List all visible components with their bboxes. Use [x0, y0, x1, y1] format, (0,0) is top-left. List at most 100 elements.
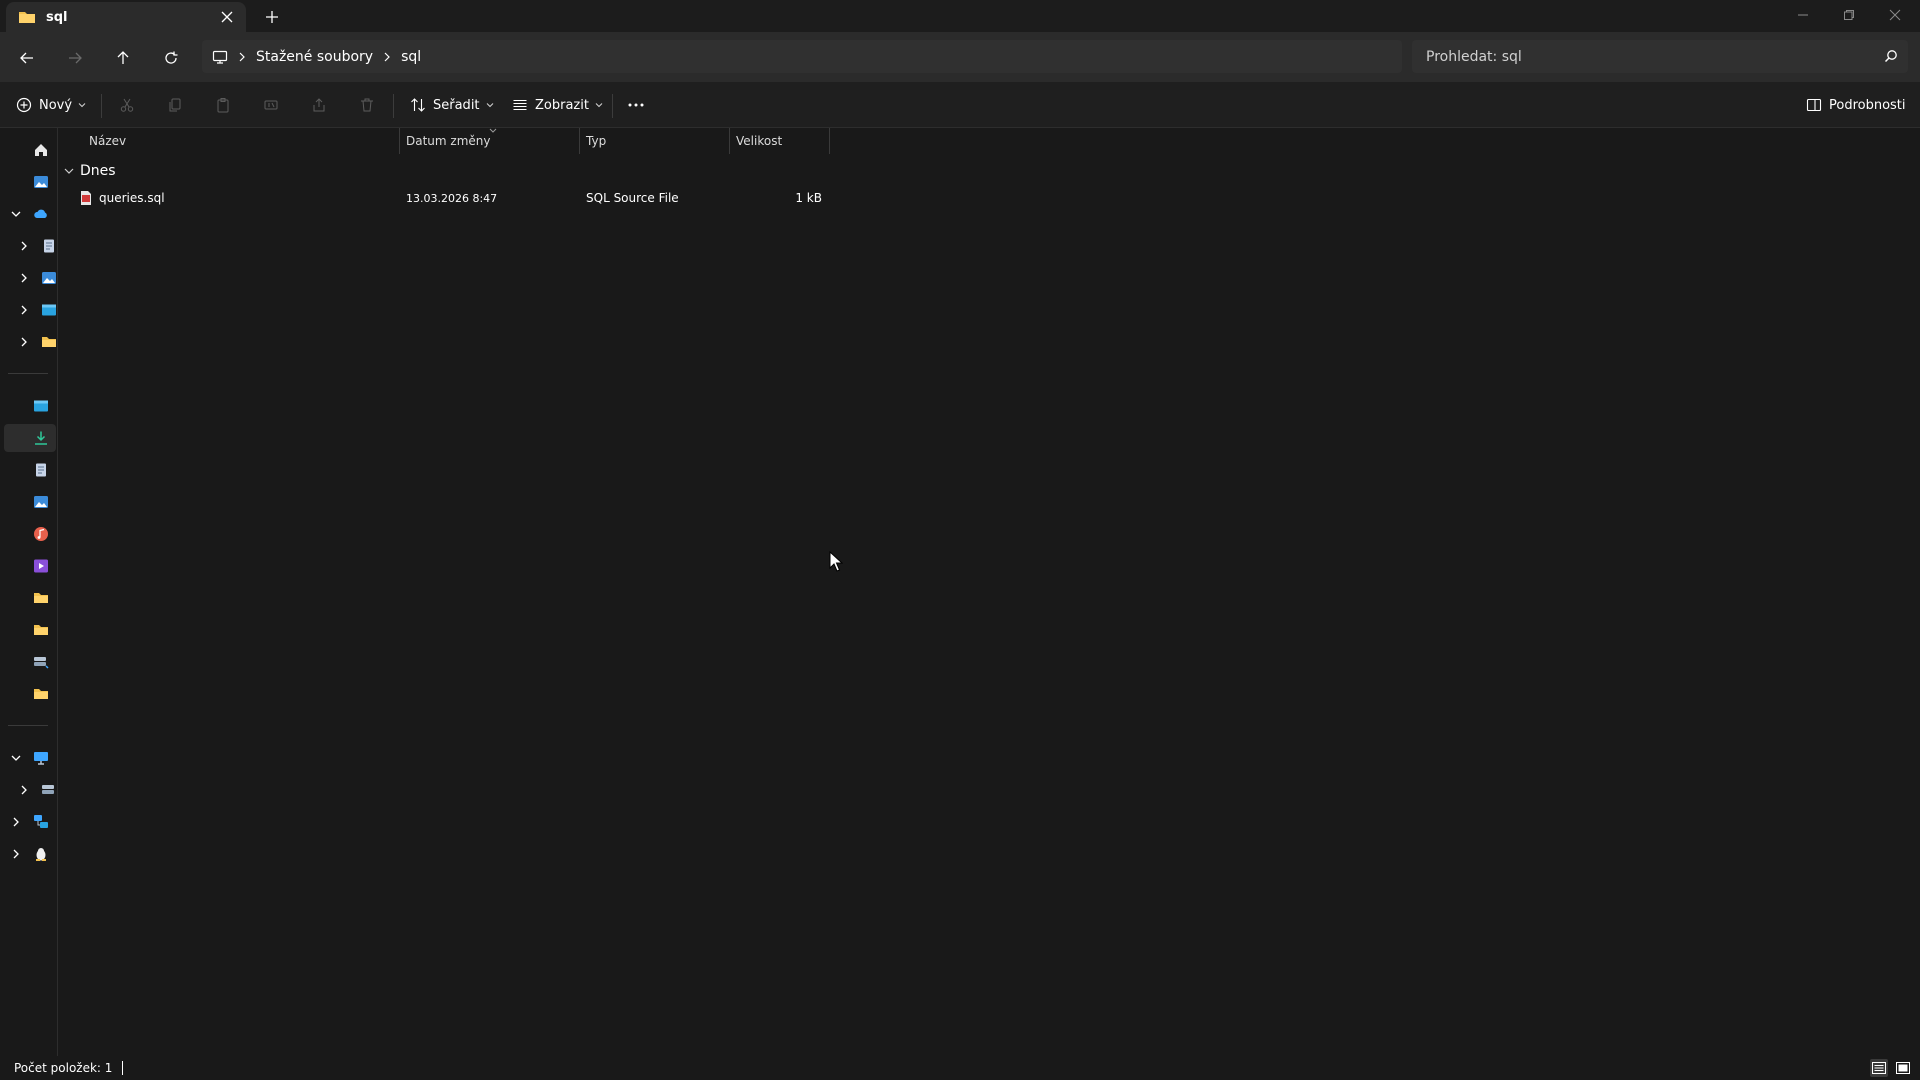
- table-row[interactable]: queries.sql 13.03.2026 8:47 SQL Source F…: [59, 186, 829, 210]
- paste-icon[interactable]: [212, 94, 234, 116]
- chevron-right-icon[interactable]: [17, 783, 31, 797]
- chevron-down-icon[interactable]: [9, 207, 23, 221]
- sort-button[interactable]: Seřadit: [410, 90, 494, 120]
- nav-item-linux[interactable]: [0, 840, 58, 868]
- tab-sql[interactable]: sql: [6, 2, 246, 32]
- nav-item-onedrive-pictures[interactable]: [0, 264, 58, 292]
- search-input[interactable]: [1426, 48, 1866, 65]
- chevron-down-icon[interactable]: [9, 751, 23, 765]
- group-header-today[interactable]: Dnes: [64, 158, 116, 184]
- folder-icon: [34, 625, 48, 635]
- view-button[interactable]: Zobrazit: [512, 90, 603, 120]
- column-header-size-label: Velikost: [736, 134, 783, 148]
- nav-item-downloads[interactable]: [4, 424, 56, 452]
- document-icon: [44, 239, 54, 253]
- refresh-icon[interactable]: [156, 43, 186, 73]
- file-list: Název Datum změny Typ Velikost Dnes quer…: [59, 128, 1920, 1056]
- nav-item-videos[interactable]: [0, 552, 58, 580]
- nav-item-this-pc[interactable]: [0, 744, 58, 772]
- back-icon[interactable]: [12, 43, 42, 73]
- new-button[interactable]: Nový: [16, 90, 86, 120]
- search-icon[interactable]: [1884, 48, 1898, 67]
- view-list-icon: [513, 99, 527, 111]
- file-name: queries.sql: [99, 191, 165, 205]
- chevron-right-icon[interactable]: [17, 239, 31, 253]
- this-pc-icon[interactable]: [212, 49, 228, 65]
- chevron-right-icon[interactable]: [17, 271, 31, 285]
- folder-icon: [42, 337, 56, 347]
- toolbar-divider: [101, 94, 102, 118]
- chevron-right-icon[interactable]: [9, 847, 23, 861]
- toolbar-divider: [612, 94, 613, 118]
- breadcrumb[interactable]: Stažené soubory sql: [202, 40, 1402, 73]
- up-icon[interactable]: [108, 43, 138, 73]
- chevron-right-icon[interactable]: [17, 335, 31, 349]
- nav-item-network-drive[interactable]: [0, 648, 58, 676]
- column-header-date[interactable]: Datum změny: [406, 128, 576, 154]
- column-resize-handle[interactable]: [729, 128, 730, 154]
- details-view-icon[interactable]: [1870, 1059, 1888, 1077]
- nav-item-documents[interactable]: [0, 456, 58, 484]
- chevron-right-icon[interactable]: [9, 815, 23, 829]
- nav-item-home[interactable]: [0, 136, 58, 164]
- file-name-cell[interactable]: queries.sql: [79, 186, 165, 210]
- tiles-view-icon[interactable]: [1894, 1059, 1912, 1077]
- sql-file-icon: [81, 191, 91, 205]
- folder-icon: [19, 12, 35, 23]
- command-bar: Nový Seřadit Zobrazit Podrobnosti: [0, 82, 1920, 128]
- share-icon[interactable]: [308, 94, 330, 116]
- nav-item-network[interactable]: [0, 808, 58, 836]
- folder-icon: [34, 689, 48, 699]
- nav-divider: [8, 725, 48, 726]
- column-header-size[interactable]: Velikost: [736, 128, 826, 154]
- gallery-icon: [34, 176, 48, 188]
- forward-icon[interactable]: [60, 43, 90, 73]
- status-bar: Počet položek: 1: [0, 1056, 1920, 1080]
- column-resize-handle[interactable]: [829, 128, 830, 154]
- tab-title: sql: [46, 9, 68, 25]
- nav-item-folder-1[interactable]: [0, 584, 58, 612]
- column-resize-handle[interactable]: [399, 128, 400, 154]
- chevron-right-icon[interactable]: [17, 303, 31, 317]
- nav-item-onedrive-desktop[interactable]: [0, 296, 58, 324]
- pictures-icon: [34, 496, 48, 508]
- nav-item-folder-2[interactable]: [0, 616, 58, 644]
- column-header-name[interactable]: Název: [89, 128, 455, 154]
- details-pane-button[interactable]: Podrobnosti: [1806, 90, 1906, 120]
- home-icon: [35, 144, 47, 156]
- nav-item-music[interactable]: [0, 520, 58, 548]
- delete-icon[interactable]: [356, 94, 378, 116]
- view-button-label: Zobrazit: [535, 97, 589, 113]
- nav-item-onedrive-folder[interactable]: [0, 328, 58, 356]
- close-tab-icon[interactable]: [218, 8, 236, 26]
- nav-item-desktop[interactable]: [0, 392, 58, 420]
- chevron-down-icon[interactable]: [64, 167, 74, 175]
- desktop-icon: [34, 400, 48, 412]
- column-resize-handle[interactable]: [579, 128, 580, 154]
- nav-item-folder-3[interactable]: [0, 680, 58, 708]
- sort-icon: [411, 98, 425, 112]
- folder-icon: [34, 593, 48, 603]
- nav-item-gallery[interactable]: [0, 168, 58, 196]
- column-header-type-label: Typ: [586, 134, 607, 148]
- new-button-label: Nový: [39, 97, 73, 113]
- breadcrumb-item-sql[interactable]: sql: [401, 49, 421, 65]
- cut-icon[interactable]: [116, 94, 138, 116]
- column-header-type[interactable]: Typ: [586, 128, 726, 154]
- restore-icon[interactable]: [1826, 0, 1872, 30]
- close-window-icon[interactable]: [1872, 0, 1918, 30]
- nav-item-onedrive-documents[interactable]: [0, 232, 58, 260]
- breadcrumb-chevron-icon[interactable]: [383, 52, 391, 62]
- minimize-icon[interactable]: [1780, 0, 1826, 30]
- more-options-icon[interactable]: [625, 94, 647, 116]
- breadcrumb-item-downloads[interactable]: Stažené soubory: [256, 49, 373, 65]
- nav-item-onedrive[interactable]: [0, 200, 58, 228]
- sort-button-label: Seřadit: [433, 97, 480, 113]
- nav-item-pictures[interactable]: [0, 488, 58, 516]
- breadcrumb-chevron-icon[interactable]: [238, 52, 246, 62]
- rename-icon[interactable]: [260, 94, 282, 116]
- nav-item-drive[interactable]: [0, 776, 58, 804]
- copy-icon[interactable]: [164, 94, 186, 116]
- search-box[interactable]: [1412, 40, 1908, 73]
- new-tab-icon[interactable]: [262, 7, 282, 27]
